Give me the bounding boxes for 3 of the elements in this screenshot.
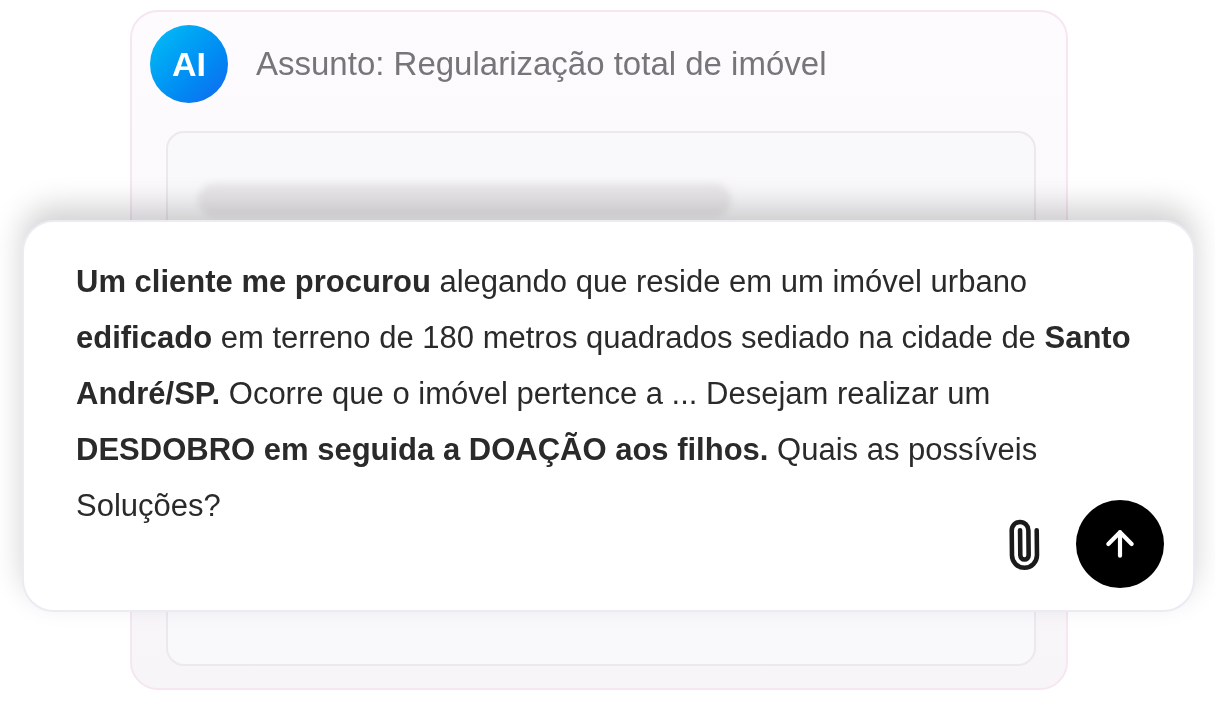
avatar: AI bbox=[150, 25, 228, 103]
prompt-text: Um cliente me procurou alegando que reside em um imóvel urbano edificado em terreno de 180 metros quadrados sediado na cidade de Santo André/SP. Ocorre que o imóvel pertence a ... Desejam realizar um DESDOBRO em seguida a DOAÇÃO aos filhos. Quais as possíveis Soluções? bbox=[76, 263, 1132, 525]
subject-title: Assunto: Regularização total de imóvel bbox=[256, 44, 827, 85]
